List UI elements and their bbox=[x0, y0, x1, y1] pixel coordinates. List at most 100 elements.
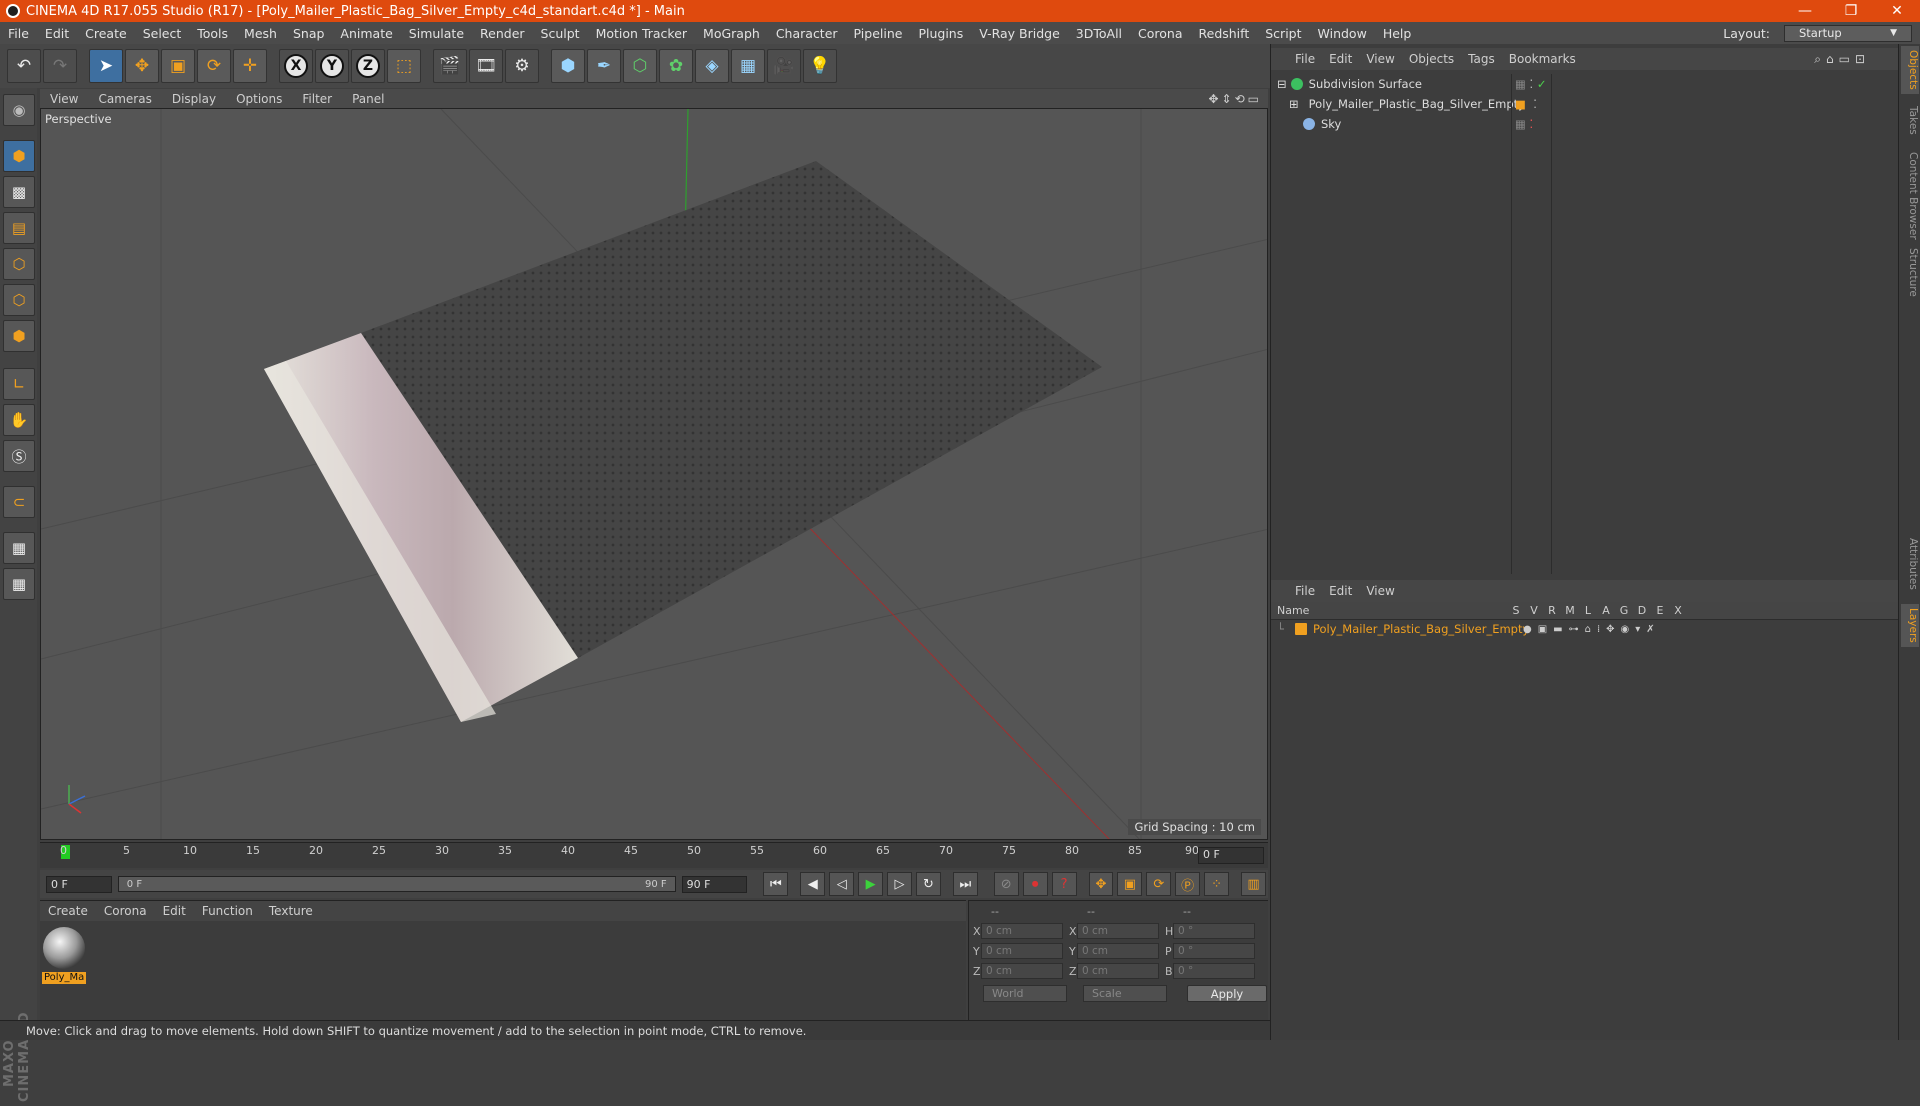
material-menu-function[interactable]: Function bbox=[194, 904, 261, 918]
cube-icon[interactable]: ⬢ bbox=[551, 49, 585, 83]
axis-mode-icon[interactable]: ∟ bbox=[3, 368, 35, 400]
render-picture-viewer-icon[interactable]: 🎞 bbox=[469, 49, 503, 83]
layers-menu-edit[interactable]: Edit bbox=[1322, 584, 1359, 598]
menu-plugins[interactable]: Plugins bbox=[910, 26, 971, 41]
render-settings-icon[interactable]: ⚙ bbox=[505, 49, 539, 83]
move-icon[interactable]: ✥ bbox=[125, 49, 159, 83]
x-axis-icon[interactable]: X bbox=[279, 49, 313, 83]
layer-name[interactable]: Poly_Mailer_Plastic_Bag_Silver_Empty bbox=[1313, 622, 1529, 636]
minimize-button[interactable]: — bbox=[1782, 3, 1828, 19]
menu-render[interactable]: Render bbox=[472, 26, 533, 41]
rotation-p-field[interactable]: 0 ° bbox=[1173, 943, 1255, 959]
layer-row[interactable]: └ Poly_Mailer_Plastic_Bag_Silver_Empty ●… bbox=[1271, 620, 1901, 638]
material-menu-corona[interactable]: Corona bbox=[96, 904, 155, 918]
pen-icon[interactable]: ✒ bbox=[587, 49, 621, 83]
size-x-field[interactable]: 0 cm bbox=[1077, 923, 1159, 939]
restore-button[interactable]: ❐ bbox=[1828, 3, 1874, 19]
size-y-field[interactable]: 0 cm bbox=[1077, 943, 1159, 959]
material-menu-texture[interactable]: Texture bbox=[261, 904, 321, 918]
timeline[interactable]: 0 5 10 15 20 25 30 35 40 45 50 55 60 65 … bbox=[40, 842, 1268, 868]
object-flags[interactable]: ▦ ⁚ bbox=[1515, 117, 1533, 131]
record-disabled-icon[interactable]: ⊘ bbox=[993, 872, 1019, 896]
object-manager-search-icon[interactable]: ⌕⌂▭⊡ bbox=[1807, 52, 1900, 67]
layers-menu-file[interactable]: File bbox=[1271, 584, 1322, 598]
array-icon[interactable]: ✿ bbox=[659, 49, 693, 83]
tab-content-browser[interactable]: Content Browser bbox=[1901, 148, 1919, 244]
camera-icon[interactable]: 🎥 bbox=[767, 49, 801, 83]
viewport-menu-cameras[interactable]: Cameras bbox=[88, 92, 161, 106]
menu-mesh[interactable]: Mesh bbox=[236, 26, 285, 41]
object-name[interactable]: Poly_Mailer_Plastic_Bag_Silver_Empty bbox=[1309, 97, 1525, 111]
menu-help[interactable]: Help bbox=[1375, 26, 1420, 41]
menu-sculpt[interactable]: Sculpt bbox=[533, 26, 588, 41]
position-y-field[interactable]: 0 cm bbox=[981, 943, 1063, 959]
material-menu-edit[interactable]: Edit bbox=[155, 904, 194, 918]
key-scale-icon[interactable]: ▣ bbox=[1117, 872, 1143, 896]
menu-mograph[interactable]: MoGraph bbox=[695, 26, 768, 41]
collapse-icon[interactable]: ⊟ bbox=[1277, 77, 1287, 91]
snap-icon[interactable]: Ⓢ bbox=[3, 440, 35, 472]
timeline-ruler[interactable]: 0 5 10 15 20 25 30 35 40 45 50 55 60 65 … bbox=[50, 843, 1199, 869]
object-row[interactable]: ⊟ Subdivision Surface ▦ ⁚ ✓ bbox=[1271, 74, 1901, 94]
menu-create[interactable]: Create bbox=[77, 26, 135, 41]
tweak-mode-icon[interactable]: ✋ bbox=[3, 404, 35, 436]
apply-button[interactable]: Apply bbox=[1187, 985, 1267, 1002]
expand-icon[interactable]: ⊞ bbox=[1289, 97, 1299, 111]
subdivision-icon[interactable]: ⬡ bbox=[623, 49, 657, 83]
menu-character[interactable]: Character bbox=[768, 26, 846, 41]
viewport-nav-icons[interactable]: ✥⇕⟲▭ bbox=[1198, 92, 1268, 106]
object-flags[interactable]: ▦ ⁚ ✓ bbox=[1515, 77, 1546, 91]
rotation-h-field[interactable]: 0 ° bbox=[1173, 923, 1255, 939]
layer-toggle-icons[interactable]: ●▣▬⊶⌂⁞✥◉▾✗ bbox=[1523, 624, 1661, 635]
objects-menu-edit[interactable]: Edit bbox=[1322, 52, 1359, 66]
key-position-icon[interactable]: ✥ bbox=[1088, 872, 1114, 896]
tab-layers[interactable]: Layers bbox=[1901, 604, 1919, 647]
layer-color-swatch[interactable] bbox=[1295, 623, 1307, 635]
texture-mode-icon[interactable]: ▩ bbox=[3, 176, 35, 208]
menu-3dtoall[interactable]: 3DToAll bbox=[1068, 26, 1130, 41]
position-z-field[interactable]: 0 cm bbox=[981, 963, 1063, 979]
select-arrow-icon[interactable]: ➤ bbox=[89, 49, 123, 83]
world-coords-icon[interactable]: ⬚ bbox=[387, 49, 421, 83]
key-rotation-icon[interactable]: ⟳ bbox=[1146, 872, 1172, 896]
material-name-label[interactable]: Poly_Ma bbox=[42, 972, 86, 984]
loop-icon[interactable]: ↻ bbox=[915, 872, 941, 896]
menu-tools[interactable]: Tools bbox=[189, 26, 236, 41]
menu-window[interactable]: Window bbox=[1310, 26, 1375, 41]
workplane-icon[interactable]: ▤ bbox=[3, 212, 35, 244]
menu-script[interactable]: Script bbox=[1257, 26, 1309, 41]
menu-simulate[interactable]: Simulate bbox=[401, 26, 472, 41]
render-view-icon[interactable]: 🎬 bbox=[433, 49, 467, 83]
current-frame-field[interactable]: 0 F bbox=[1198, 847, 1264, 864]
objects-menu-tags[interactable]: Tags bbox=[1461, 52, 1502, 66]
menu-vray-bridge[interactable]: V-Ray Bridge bbox=[971, 26, 1068, 41]
previous-key-icon[interactable]: ◀ bbox=[800, 872, 826, 896]
timeline-window-icon[interactable]: ▥ bbox=[1241, 872, 1266, 896]
material-preview-sphere[interactable] bbox=[43, 927, 85, 969]
redo-icon[interactable]: ↷ bbox=[43, 49, 77, 83]
magnet-icon[interactable]: ⊂ bbox=[3, 486, 35, 518]
make-editable-icon[interactable]: ◉ bbox=[3, 94, 35, 126]
objects-menu-file[interactable]: File bbox=[1271, 52, 1322, 66]
layers-menu-view[interactable]: View bbox=[1359, 584, 1401, 598]
live-select-icon[interactable]: ✛ bbox=[233, 49, 267, 83]
tab-objects[interactable]: Objects bbox=[1901, 46, 1919, 94]
viewport-menu-filter[interactable]: Filter bbox=[292, 92, 342, 106]
model-mode-icon[interactable]: ⬢ bbox=[3, 140, 35, 172]
coordinate-mode-dropdown[interactable]: Scale bbox=[1083, 985, 1167, 1002]
coordinate-space-dropdown[interactable]: World bbox=[983, 985, 1067, 1002]
next-frame-icon[interactable]: ▷ bbox=[887, 872, 912, 896]
autokey-icon[interactable]: ? bbox=[1051, 872, 1077, 896]
viewport-menu-panel[interactable]: Panel bbox=[342, 92, 394, 106]
objects-menu-view[interactable]: View bbox=[1359, 52, 1401, 66]
end-frame-field[interactable]: 90 F bbox=[681, 875, 748, 893]
viewport-menu-view[interactable]: View bbox=[40, 92, 88, 106]
object-name[interactable]: Subdivision Surface bbox=[1309, 77, 1422, 91]
y-axis-icon[interactable]: Y bbox=[315, 49, 349, 83]
polygons-mode-icon[interactable]: ⬢ bbox=[3, 320, 35, 352]
tab-structure[interactable]: Structure bbox=[1901, 244, 1919, 301]
start-frame-field[interactable]: 0 F bbox=[46, 875, 112, 893]
workplane-snap-icon[interactable]: ▦ bbox=[3, 568, 35, 600]
z-axis-icon[interactable]: Z bbox=[351, 49, 385, 83]
edges-mode-icon[interactable]: ⬡ bbox=[3, 284, 35, 316]
